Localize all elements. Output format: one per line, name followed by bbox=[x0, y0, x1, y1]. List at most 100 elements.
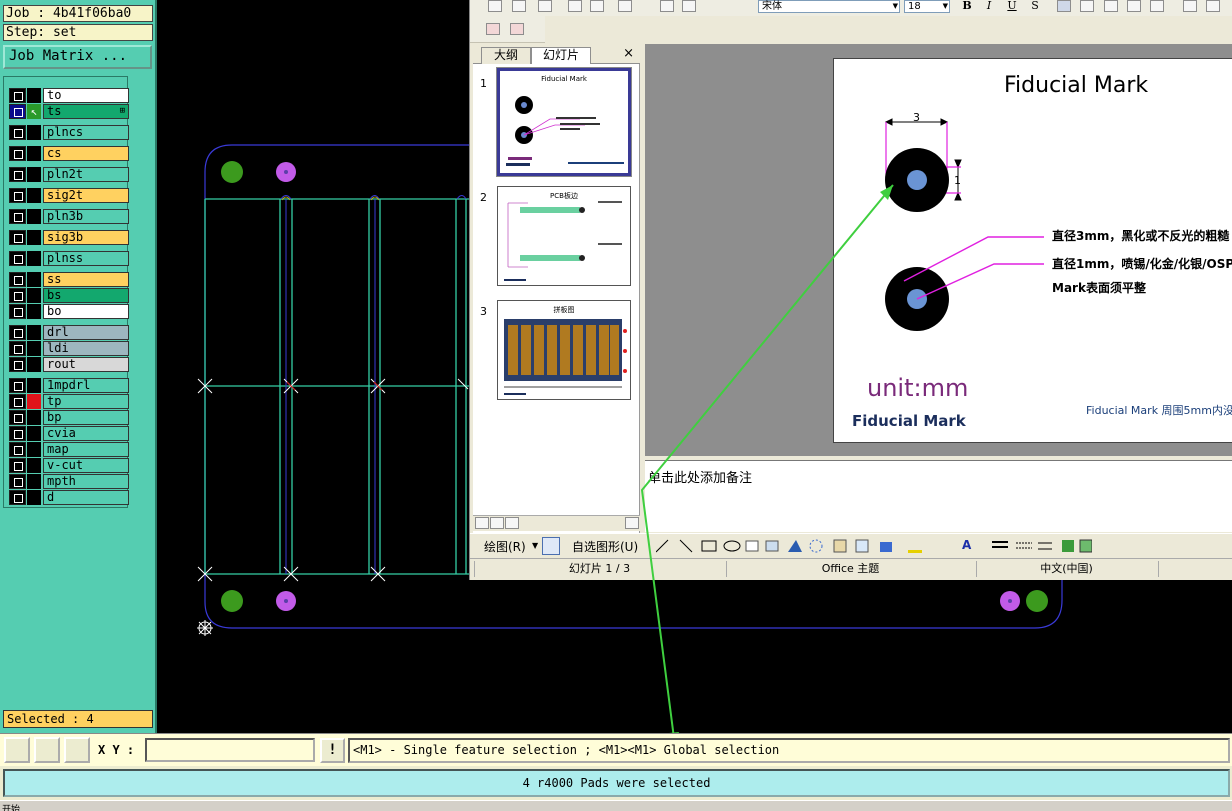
layer-checkbox[interactable] bbox=[9, 230, 26, 245]
layer-row[interactable]: d bbox=[6, 490, 129, 505]
align-center-icon[interactable] bbox=[1080, 0, 1094, 12]
pdf-icon[interactable] bbox=[486, 23, 500, 35]
layer-checkbox[interactable] bbox=[9, 458, 26, 473]
layer-name[interactable]: cs bbox=[43, 146, 129, 161]
layer-name[interactable]: map bbox=[43, 442, 129, 457]
layer-row[interactable]: rout bbox=[6, 357, 129, 372]
layer-checkbox[interactable] bbox=[9, 442, 26, 457]
layer-checkbox[interactable] bbox=[9, 272, 26, 287]
layer-affect-mark[interactable] bbox=[27, 426, 41, 441]
align-left-icon[interactable] bbox=[1057, 0, 1071, 12]
layer-checkbox[interactable] bbox=[9, 104, 26, 119]
layer-affect-mark[interactable] bbox=[27, 288, 41, 303]
layer-row[interactable]: sig2t bbox=[6, 188, 129, 203]
copy-icon[interactable] bbox=[568, 0, 582, 12]
warning-button[interactable]: ! bbox=[320, 738, 345, 763]
close-icon[interactable]: × bbox=[623, 46, 634, 61]
layer-affect-mark[interactable] bbox=[27, 357, 41, 372]
layer-name[interactable]: rout bbox=[43, 357, 129, 372]
table-icon[interactable] bbox=[682, 0, 696, 12]
font-color-icon[interactable]: A bbox=[962, 538, 971, 552]
layer-affect-mark[interactable] bbox=[27, 474, 41, 489]
layer-row[interactable]: bs bbox=[6, 288, 129, 303]
layer-row[interactable]: ↖ ts ⊞ bbox=[6, 104, 129, 119]
layer-name[interactable]: tp bbox=[43, 394, 129, 409]
slide-thumbnail-1[interactable]: Fiducial Mark bbox=[496, 67, 632, 177]
layer-name[interactable]: ldi bbox=[43, 341, 129, 356]
line-spacing-icon[interactable] bbox=[1150, 0, 1164, 12]
paste-icon[interactable] bbox=[590, 0, 604, 12]
layer-checkbox[interactable] bbox=[9, 490, 26, 505]
layer-affect-mark[interactable] bbox=[27, 125, 41, 140]
slide-canvas[interactable]: Fiducial Mark 3 1 直径3mm，黑化或不反光的粗糙 直径1mm，… bbox=[833, 58, 1232, 443]
layer-name[interactable]: v-cut bbox=[43, 458, 129, 473]
layer-checkbox[interactable] bbox=[9, 394, 26, 409]
measure-icon[interactable] bbox=[34, 737, 60, 763]
layer-row[interactable]: cs bbox=[6, 146, 129, 161]
draw-menu[interactable]: 绘图(R) bbox=[484, 538, 526, 555]
pdf-options-icon[interactable] bbox=[510, 23, 524, 35]
layer-affect-mark[interactable] bbox=[27, 272, 41, 287]
layer-checkbox[interactable] bbox=[9, 304, 26, 319]
layer-checkbox[interactable] bbox=[9, 209, 26, 224]
font-name-select[interactable]: 宋体 ▼ bbox=[758, 0, 900, 13]
layer-affect-mark[interactable] bbox=[27, 167, 41, 182]
xy-input[interactable] bbox=[145, 738, 315, 762]
layer-checkbox[interactable] bbox=[9, 474, 26, 489]
layer-affect-mark[interactable] bbox=[27, 230, 41, 245]
layer-name[interactable]: bs bbox=[43, 288, 129, 303]
layer-name[interactable]: ss bbox=[43, 272, 129, 287]
undo-icon[interactable] bbox=[618, 0, 632, 12]
bold-button[interactable]: B bbox=[959, 0, 975, 13]
start-button[interactable]: 开始 bbox=[2, 802, 20, 811]
layer-affect-mark[interactable] bbox=[27, 442, 41, 457]
select-objects-icon[interactable] bbox=[542, 537, 560, 555]
job-matrix-button[interactable]: Job Matrix ... bbox=[3, 45, 152, 69]
layer-affect-mark[interactable] bbox=[27, 188, 41, 203]
layer-row[interactable]: tp bbox=[6, 394, 129, 409]
layer-affect-mark[interactable] bbox=[27, 341, 41, 356]
layer-row[interactable]: plnss bbox=[6, 251, 129, 266]
layer-name[interactable]: sig3b bbox=[43, 230, 129, 245]
layer-checkbox[interactable] bbox=[9, 357, 26, 372]
layer-name[interactable]: bp bbox=[43, 410, 129, 425]
print-icon[interactable] bbox=[538, 0, 552, 12]
layer-affect-mark[interactable] bbox=[27, 394, 41, 409]
layer-checkbox[interactable] bbox=[9, 125, 26, 140]
layer-name[interactable]: plnss bbox=[43, 251, 129, 266]
layer-checkbox[interactable] bbox=[9, 426, 26, 441]
slide-thumbnail-3[interactable]: 拼板图 bbox=[497, 300, 631, 400]
notes-area[interactable]: 单击此处添加备注 bbox=[645, 460, 1232, 532]
align-right-icon[interactable] bbox=[1104, 0, 1118, 12]
layer-affect-mark[interactable] bbox=[27, 209, 41, 224]
layer-name[interactable]: 1mpdrl bbox=[43, 378, 129, 393]
layer-affect-mark[interactable] bbox=[27, 378, 41, 393]
layer-row[interactable]: pln3b bbox=[6, 209, 129, 224]
layer-row[interactable]: ldi bbox=[6, 341, 129, 356]
layer-affect-mark[interactable] bbox=[27, 325, 41, 340]
numbering-icon[interactable] bbox=[1183, 0, 1197, 12]
new-icon[interactable] bbox=[488, 0, 502, 12]
layer-checkbox[interactable] bbox=[9, 341, 26, 356]
layer-name[interactable]: drl bbox=[43, 325, 129, 340]
layer-name[interactable]: d bbox=[43, 490, 129, 505]
layer-name[interactable]: pln2t bbox=[43, 167, 129, 182]
layer-affect-mark[interactable] bbox=[27, 146, 41, 161]
layer-row[interactable]: sig3b bbox=[6, 230, 129, 245]
slideshow-icon[interactable] bbox=[505, 517, 519, 529]
italic-button[interactable]: I bbox=[981, 0, 997, 13]
layer-checkbox[interactable] bbox=[9, 410, 26, 425]
layer-row[interactable]: ss bbox=[6, 272, 129, 287]
layer-affect-mark[interactable] bbox=[27, 304, 41, 319]
layer-name[interactable]: mpth bbox=[43, 474, 129, 489]
shadow-button[interactable]: S bbox=[1027, 0, 1043, 13]
layer-affect-mark[interactable] bbox=[27, 410, 41, 425]
layer-checkbox[interactable] bbox=[9, 146, 26, 161]
layer-row[interactable]: bp bbox=[6, 410, 129, 425]
font-size-select[interactable]: 18 ▼ bbox=[904, 0, 950, 13]
layer-name[interactable]: ts bbox=[43, 104, 129, 119]
layer-checkbox[interactable] bbox=[9, 167, 26, 182]
tab-slides[interactable]: 幻灯片 bbox=[531, 47, 591, 64]
bullets-icon[interactable] bbox=[1206, 0, 1220, 12]
scroll-right-icon[interactable] bbox=[625, 517, 639, 529]
